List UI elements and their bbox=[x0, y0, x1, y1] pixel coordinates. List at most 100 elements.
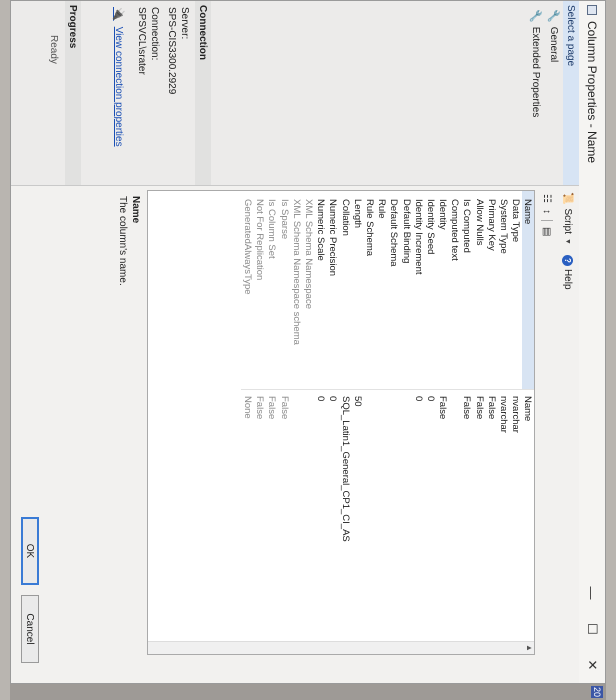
property-row[interactable]: Rule Schema bbox=[363, 191, 376, 654]
property-row[interactable]: Primary Key False bbox=[485, 191, 498, 654]
property-row[interactable]: Is Column Set False bbox=[265, 191, 279, 654]
property-value[interactable]: False bbox=[473, 390, 485, 654]
property-name: Default Binding bbox=[399, 191, 413, 390]
property-value[interactable]: 0 bbox=[412, 390, 424, 654]
property-row[interactable]: XML Schema Namespace schema bbox=[290, 191, 303, 654]
property-value[interactable]: False bbox=[266, 390, 278, 654]
property-value[interactable]: False bbox=[437, 390, 449, 654]
property-name: Not For Replication bbox=[253, 191, 266, 390]
background-edge: 20 bbox=[10, 684, 606, 700]
property-row[interactable]: Identity False bbox=[436, 191, 449, 654]
property-value[interactable]: None bbox=[242, 390, 254, 654]
cancel-button[interactable]: Cancel bbox=[21, 595, 39, 663]
script-button[interactable]: 📜 Script ▼ bbox=[563, 192, 574, 245]
property-value[interactable]: 0 bbox=[327, 390, 339, 654]
property-value[interactable] bbox=[388, 390, 400, 654]
right-panel: 📜 Script ▼ ? Help ☷ ↕ ▤ Name Name Data Typ… bbox=[11, 186, 579, 683]
property-value[interactable]: nvarchar bbox=[497, 390, 509, 654]
property-row[interactable]: Computed text bbox=[448, 191, 461, 654]
title-bar: Column Properties - Name — ☐ ✕ bbox=[579, 1, 605, 683]
rotated-screen: Column Properties - Name — ☐ ✕ Select a … bbox=[0, 0, 616, 700]
property-name: Allow Nulls bbox=[473, 191, 486, 390]
page-item-label: General bbox=[548, 26, 559, 63]
property-row[interactable]: Length 50 bbox=[351, 191, 364, 654]
sort-alphabetical-icon[interactable]: ↕ bbox=[542, 209, 553, 214]
property-row[interactable]: Name Name bbox=[521, 191, 534, 654]
help-icon: ? bbox=[562, 254, 574, 266]
property-name: GeneratedAlwaysType bbox=[241, 191, 254, 390]
page-item-extended-properties[interactable]: 🔧 Extended Properties bbox=[527, 1, 545, 185]
property-name: Rule bbox=[375, 191, 388, 390]
property-value[interactable]: SQL_Latin1_General_CP1_CI_AS bbox=[339, 390, 351, 654]
close-button[interactable]: ✕ bbox=[584, 647, 600, 683]
property-name: Rule Schema bbox=[363, 191, 376, 390]
property-row[interactable]: Collation SQL_Latin1_General_CP1_CI_AS bbox=[339, 191, 352, 654]
property-row[interactable]: Identity Increment 0 bbox=[412, 191, 425, 654]
property-row[interactable]: Numeric Precision 0 bbox=[326, 191, 339, 654]
property-row[interactable]: Default Binding bbox=[399, 191, 413, 654]
connection-header: Connection bbox=[195, 1, 211, 185]
property-row[interactable]: GeneratedAlwaysType None bbox=[241, 191, 254, 654]
page-item-general[interactable]: 🔧 General bbox=[545, 1, 563, 185]
property-value[interactable]: False bbox=[461, 390, 473, 654]
view-connection-properties-label: View connection properties bbox=[113, 26, 124, 147]
server-value: SPS-CIS3300.2929 bbox=[166, 7, 177, 95]
grid-scrollbar[interactable]: ▲ bbox=[148, 641, 534, 654]
property-value[interactable] bbox=[449, 390, 461, 654]
view-connection-properties-link[interactable]: 🔌 View connection properties bbox=[106, 1, 131, 185]
property-value[interactable]: 50 bbox=[351, 390, 363, 654]
property-grid: Name Name Data Type nvarchar System Type nvar… bbox=[147, 190, 535, 655]
property-name: Computed text bbox=[448, 191, 461, 390]
property-value[interactable] bbox=[290, 390, 302, 654]
toolbar: 📜 Script ▼ ? Help bbox=[557, 186, 579, 683]
property-name: Numeric Scale bbox=[314, 191, 327, 390]
property-value[interactable]: False bbox=[485, 390, 497, 654]
script-icon: 📜 bbox=[562, 192, 574, 205]
property-value[interactable]: 0 bbox=[315, 390, 327, 654]
property-value[interactable]: nvarchar bbox=[510, 390, 522, 654]
chevron-down-icon[interactable]: ▼ bbox=[565, 238, 572, 245]
property-pages-icon[interactable]: ▤ bbox=[542, 227, 553, 236]
property-value[interactable] bbox=[363, 390, 375, 654]
connection-info: Server: SPS-CIS3300.2929 Connection: SPS… bbox=[131, 1, 195, 185]
help-button[interactable]: ? Help bbox=[562, 254, 574, 290]
property-value[interactable]: 0 bbox=[424, 390, 436, 654]
description-text: The column's name. bbox=[117, 196, 128, 286]
property-name: Numeric Precision bbox=[326, 191, 339, 390]
property-value[interactable]: False bbox=[278, 390, 290, 654]
property-row[interactable]: Numeric Scale 0 bbox=[314, 191, 327, 654]
property-value[interactable] bbox=[376, 390, 388, 654]
progress-header: Progress bbox=[65, 1, 81, 185]
categorized-icon[interactable]: ☷ bbox=[542, 194, 553, 203]
ok-button[interactable]: OK bbox=[21, 517, 39, 585]
help-label: Help bbox=[562, 268, 574, 290]
description-title: Name bbox=[130, 196, 141, 224]
property-row[interactable]: Default Schema bbox=[387, 191, 400, 654]
edge-badge: 20 bbox=[591, 686, 603, 698]
property-row[interactable]: XML Schema Namespace bbox=[302, 191, 315, 654]
column-properties-window: Column Properties - Name — ☐ ✕ Select a … bbox=[10, 0, 606, 684]
property-row[interactable]: System Type nvarchar bbox=[497, 191, 510, 654]
maximize-button[interactable]: ☐ bbox=[584, 611, 600, 647]
connection-properties-icon: 🔌 bbox=[112, 7, 124, 21]
property-row[interactable]: Is Sparse False bbox=[278, 191, 291, 654]
property-row[interactable]: Identity Seed 0 bbox=[424, 191, 437, 654]
property-name: Data Type bbox=[509, 191, 522, 390]
minimize-button[interactable]: — bbox=[585, 575, 600, 611]
property-value[interactable] bbox=[302, 390, 314, 654]
property-row[interactable]: Data Type nvarchar bbox=[509, 191, 522, 654]
property-row[interactable]: Rule bbox=[375, 191, 388, 654]
property-name: Identity Increment bbox=[412, 191, 425, 390]
property-value[interactable]: False bbox=[254, 390, 266, 654]
property-name: Default Schema bbox=[387, 191, 400, 390]
property-row[interactable]: Not For Replication False bbox=[253, 191, 266, 654]
scroll-up-icon[interactable]: ▲ bbox=[525, 642, 534, 654]
property-row[interactable]: Allow Nulls False bbox=[473, 191, 486, 654]
property-name: XML Schema Namespace bbox=[302, 191, 315, 390]
property-name: System Type bbox=[497, 191, 510, 390]
property-value[interactable]: Name bbox=[522, 390, 534, 654]
property-value[interactable] bbox=[400, 390, 412, 654]
property-row[interactable]: Is Computed False bbox=[460, 191, 474, 654]
window-app-icon bbox=[587, 5, 597, 15]
select-page-header: Select a page bbox=[563, 1, 579, 185]
